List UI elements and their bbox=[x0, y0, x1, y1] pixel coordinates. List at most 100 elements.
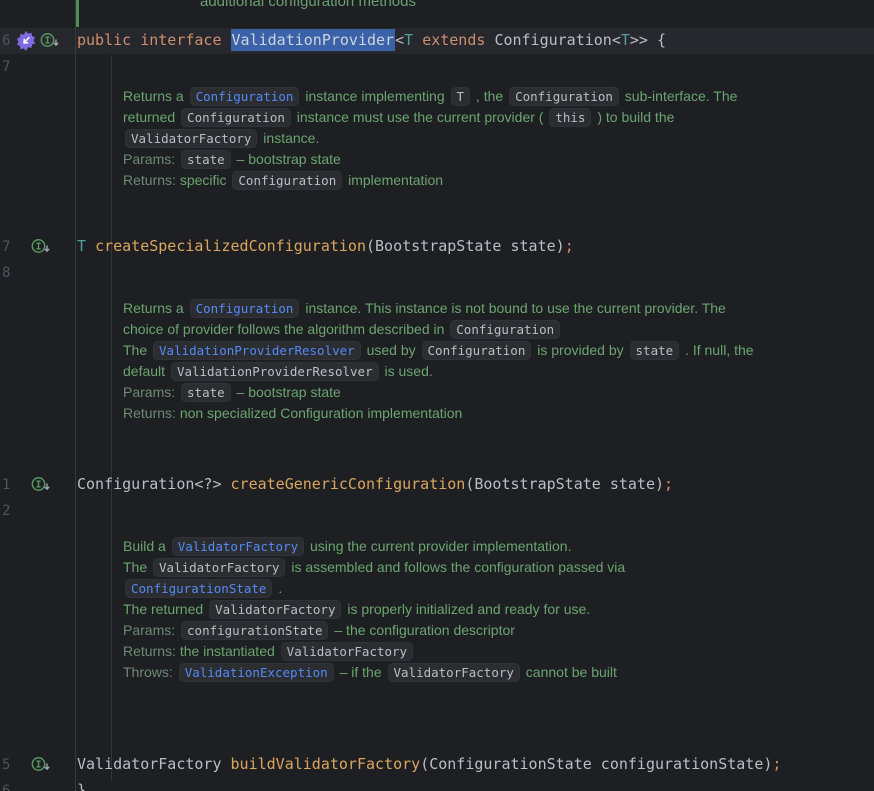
line-number[interactable]: 2 bbox=[2, 503, 24, 519]
code-token: T bbox=[404, 31, 413, 49]
doc-code-chip: state bbox=[181, 150, 231, 169]
doc-params-line: Params: state – bootstrap state bbox=[123, 149, 763, 170]
code-token: extends bbox=[422, 31, 485, 49]
doc-code-chip: configurationState bbox=[181, 621, 328, 640]
code-token: ; bbox=[664, 475, 673, 493]
doc-text: , the bbox=[472, 88, 507, 104]
doc-code-chip: this bbox=[549, 108, 591, 127]
rendered-javadoc-block-3: Build a ValidatorFactory using the curre… bbox=[123, 536, 763, 683]
doc-text: implementation bbox=[344, 172, 443, 188]
vcs-added-change-marker[interactable] bbox=[76, 0, 79, 27]
code-token: < bbox=[612, 31, 621, 49]
doc-link-chip[interactable]: Configuration bbox=[190, 87, 300, 106]
doc-section-label: Params: bbox=[123, 384, 179, 400]
implemented-by-icon[interactable] bbox=[31, 476, 52, 497]
code-token: ; bbox=[565, 237, 574, 255]
doc-paragraph: The returned ValidatorFactory is properl… bbox=[123, 599, 763, 620]
code-token: Configuration bbox=[494, 31, 611, 49]
implemented-by-icon[interactable] bbox=[31, 238, 52, 259]
doc-paragraph: Build a ValidatorFactory using the curre… bbox=[123, 536, 763, 557]
line-number[interactable]: 1 bbox=[2, 477, 24, 493]
code-token: createGenericConfiguration bbox=[231, 475, 466, 493]
gutter-separator bbox=[75, 0, 76, 791]
doc-text: Returns a bbox=[123, 88, 188, 104]
doc-text: – bootstrap state bbox=[233, 151, 341, 167]
code-token: ValidationProvider bbox=[231, 29, 396, 51]
code-line-close-brace[interactable]: } bbox=[77, 781, 86, 791]
line-number[interactable]: 8 bbox=[2, 265, 24, 281]
doc-returns-line: Returns: non specialized Configuration i… bbox=[123, 403, 763, 424]
line-number[interactable]: 5 bbox=[2, 757, 24, 773]
doc-text: is assembled and follows the configurati… bbox=[287, 559, 625, 575]
doc-paragraph: The ValidatorFactory is assembled and fo… bbox=[123, 557, 763, 599]
doc-text: Returns a bbox=[123, 300, 188, 316]
doc-text: ) to build the bbox=[593, 109, 674, 125]
code-token: buildValidatorFactory bbox=[231, 755, 421, 773]
indent-guide-line bbox=[111, 55, 112, 781]
implemented-by-icon[interactable] bbox=[40, 32, 61, 53]
doc-paragraph: Returns a Configuration instance. This i… bbox=[123, 298, 763, 340]
star-badge-icon[interactable] bbox=[15, 30, 37, 56]
doc-code-chip: Configuration bbox=[232, 171, 342, 190]
doc-link-chip[interactable]: ConfigurationState bbox=[125, 579, 272, 598]
code-line-create-specialized-configuration[interactable]: T createSpecializedConfiguration(Bootstr… bbox=[77, 237, 574, 256]
doc-text: specific bbox=[180, 172, 231, 188]
doc-code-chip: ValidatorFactory bbox=[125, 129, 257, 148]
doc-text: Build a bbox=[123, 538, 170, 554]
doc-text: is used. bbox=[381, 363, 433, 379]
code-token: T bbox=[77, 237, 86, 255]
doc-text: The bbox=[123, 559, 151, 575]
doc-link-chip[interactable]: ValidationProviderResolver bbox=[153, 341, 361, 360]
doc-returns-line: Returns: the instantiated ValidatorFacto… bbox=[123, 641, 763, 662]
code-token: ; bbox=[772, 755, 781, 773]
doc-section-label: Throws: bbox=[123, 664, 177, 680]
doc-text: non specialized Configuration implementa… bbox=[180, 405, 463, 421]
code-token: public interface bbox=[77, 31, 231, 49]
doc-code-chip: Configuration bbox=[450, 320, 560, 339]
doc-section-label: Returns: bbox=[123, 405, 180, 421]
doc-params-line: Params: configurationState – the configu… bbox=[123, 620, 763, 641]
doc-code-chip: ValidatorFactory bbox=[153, 558, 285, 577]
doc-text: the instantiated bbox=[180, 643, 279, 659]
code-token: (BootstrapState state) bbox=[366, 237, 565, 255]
doc-returns-line: Returns: specific Configuration implemen… bbox=[123, 170, 763, 191]
code-token: (ConfigurationState configurationState) bbox=[420, 755, 772, 773]
doc-section-label: Returns: bbox=[123, 643, 180, 659]
doc-code-chip: state bbox=[181, 383, 231, 402]
doc-link-chip[interactable]: ValidationException bbox=[179, 663, 334, 682]
doc-code-chip: T bbox=[451, 87, 471, 106]
doc-code-chip: Configuration bbox=[181, 108, 291, 127]
code-line-build-validator-factory[interactable]: ValidatorFactory buildValidatorFactory(C… bbox=[77, 755, 781, 774]
code-line-interface-declaration[interactable]: public interface ValidationProvider<T ex… bbox=[77, 31, 666, 50]
doc-text: The bbox=[123, 342, 151, 358]
code-token: createSpecializedConfiguration bbox=[95, 237, 366, 255]
doc-text: using the current provider implementatio… bbox=[306, 538, 571, 554]
doc-text: The returned bbox=[123, 601, 207, 617]
doc-link-chip[interactable]: ValidatorFactory bbox=[172, 537, 304, 556]
line-number[interactable]: 7 bbox=[2, 239, 24, 255]
doc-code-chip: ValidatorFactory bbox=[281, 642, 413, 661]
code-token: Configuration<?> bbox=[77, 475, 231, 493]
code-token: ValidatorFactory bbox=[77, 755, 231, 773]
doc-section-label: Params: bbox=[123, 622, 179, 638]
doc-text: – bootstrap state bbox=[233, 384, 341, 400]
code-editor[interactable]: additional configuration methods 6 7 7 8… bbox=[0, 0, 874, 791]
doc-text: instance must use the current provider ( bbox=[293, 109, 547, 125]
code-token: T bbox=[621, 31, 630, 49]
doc-text: is provided by bbox=[533, 342, 627, 358]
line-number[interactable]: 6 bbox=[2, 783, 24, 791]
code-token: < bbox=[395, 31, 404, 49]
doc-link-chip[interactable]: Configuration bbox=[190, 299, 300, 318]
doc-text: cannot be built bbox=[522, 664, 617, 680]
doc-code-chip: ValidatorFactory bbox=[209, 600, 341, 619]
doc-text: . bbox=[274, 580, 282, 596]
code-token bbox=[413, 31, 422, 49]
doc-text: used by bbox=[363, 342, 420, 358]
implemented-by-icon[interactable] bbox=[31, 756, 52, 777]
code-token: (BootstrapState state) bbox=[465, 475, 664, 493]
rendered-javadoc-block-1: Returns a Configuration instance impleme… bbox=[123, 86, 763, 191]
line-number[interactable]: 7 bbox=[2, 59, 24, 75]
code-line-create-generic-configuration[interactable]: Configuration<?> createGenericConfigurat… bbox=[77, 475, 673, 494]
code-token: >> { bbox=[630, 31, 666, 49]
doc-text: is properly initialized and ready for us… bbox=[343, 601, 590, 617]
